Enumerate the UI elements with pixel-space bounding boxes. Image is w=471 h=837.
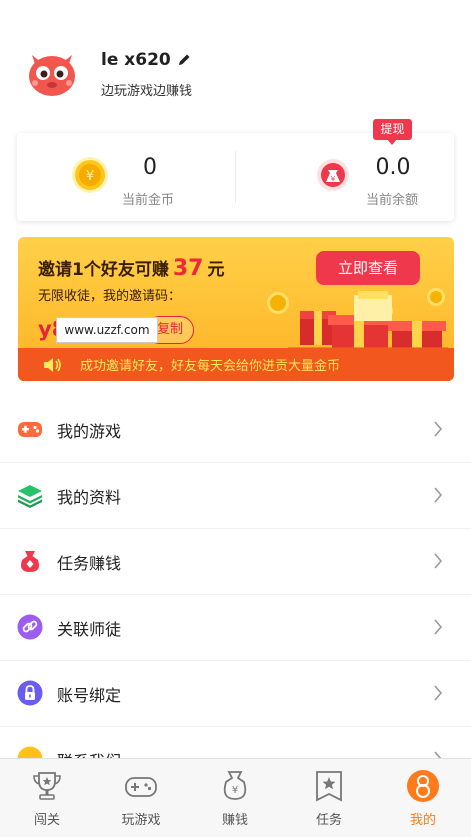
profile-header: le x620 边玩游戏边赚钱 <box>0 0 471 120</box>
marquee-text: 成功邀请好友，好友每天会给你进贡大量金币 <box>80 359 341 374</box>
chevron-right-icon <box>434 619 443 635</box>
menu-item-label: 我的资料 <box>57 488 122 507</box>
trophy-icon <box>33 772 61 800</box>
chevron-right-icon <box>434 553 443 569</box>
nav-tab-mine[interactable]: 我的 <box>376 759 470 837</box>
chevron-right-icon <box>434 487 443 503</box>
speaker-icon <box>44 358 61 372</box>
svg-text:¥: ¥ <box>86 169 94 184</box>
link-icon <box>17 614 43 640</box>
pencil-icon[interactable] <box>177 53 191 67</box>
money-bag-icon <box>21 551 39 572</box>
money-bag-icon: ¥ <box>223 771 247 800</box>
lock-icon <box>17 680 43 706</box>
star-badge-icon <box>316 771 342 802</box>
cat-avatar-icon[interactable] <box>26 47 78 99</box>
nav-tab-tasks[interactable]: 任务 <box>282 759 376 837</box>
view-now-button[interactable]: 立即查看 <box>316 251 420 285</box>
bottom-nav: 闯关 玩游戏 ¥ 赚钱 任务 我的 <box>0 758 471 837</box>
menu-item-task-earn[interactable]: 任务赚钱 <box>0 529 471 595</box>
user-icon <box>407 770 439 802</box>
chevron-right-icon <box>434 685 443 701</box>
menu-item-label: 任务赚钱 <box>57 554 122 573</box>
banner-title: 邀请1个好友可赚 37 元 <box>38 255 224 281</box>
menu-item-my-profile[interactable]: 我的资料 <box>0 463 471 529</box>
tagline: 边玩游戏边赚钱 <box>101 84 193 99</box>
username: le x620 <box>101 50 171 70</box>
coins-label: 当前金币 <box>122 193 175 208</box>
menu-item-label: 关联师徒 <box>57 620 122 639</box>
coin-icon: ¥ <box>72 157 108 193</box>
withdraw-button[interactable]: 提现 <box>373 119 412 145</box>
banner-amount: 37 <box>172 256 204 281</box>
menu-item-link-mentor[interactable]: 关联师徒 <box>0 595 471 661</box>
balance-card: ¥ 0 当前金币 ¥ 0.0 当前余额 <box>17 133 454 221</box>
coins-balance[interactable]: ¥ 0 当前金币 <box>17 133 235 221</box>
nav-label: 赚钱 <box>221 813 248 828</box>
username-row[interactable]: le x620 <box>101 50 191 70</box>
menu-item-my-games[interactable]: 我的游戏 <box>0 397 471 463</box>
coins-value: 0 <box>143 155 157 180</box>
chevron-right-icon <box>434 421 443 437</box>
nav-label: 闯关 <box>33 813 60 828</box>
profile-page: le x620 边玩游戏边赚钱 ¥ 0 当前金币 ¥ 0.0 当前余额 提现 邀… <box>0 0 471 837</box>
watermark: www.uzzf.com <box>56 317 158 343</box>
banner-marquee: 成功邀请好友，好友每天会给你进贡大量金币 <box>18 348 454 381</box>
nav-label: 我的 <box>409 813 436 828</box>
nav-tab-earn[interactable]: ¥ 赚钱 <box>188 759 282 837</box>
cash-value: 0.0 <box>375 155 411 180</box>
nav-tab-play-games[interactable]: 玩游戏 <box>94 759 188 837</box>
menu-item-label: 我的游戏 <box>57 422 122 441</box>
layers-icon <box>18 485 42 508</box>
menu-item-label: 账号绑定 <box>57 686 122 705</box>
banner-subtitle: 无限收徒，我的邀请码： <box>38 289 182 304</box>
gamepad-icon <box>125 777 157 797</box>
nav-tab-levels[interactable]: 闯关 <box>0 759 94 837</box>
menu-item-account-binding[interactable]: 账号绑定 <box>0 661 471 727</box>
nav-label: 任务 <box>315 813 342 828</box>
svg-text:¥: ¥ <box>331 175 336 183</box>
invite-banner[interactable]: 邀请1个好友可赚 37 元 无限收徒，我的邀请码： y8 复制 www.uzzf… <box>18 237 454 381</box>
banner-title-suffix: 元 <box>207 260 225 280</box>
svg-text:¥: ¥ <box>232 785 238 796</box>
cash-label: 当前余额 <box>366 193 419 208</box>
nav-label: 玩游戏 <box>121 813 161 828</box>
cash-balance[interactable]: ¥ 0.0 当前余额 <box>236 133 454 221</box>
gamepad-icon <box>18 422 42 437</box>
banner-title-prefix: 邀请1个好友可赚 <box>38 260 169 280</box>
money-bag-icon: ¥ <box>317 159 349 191</box>
